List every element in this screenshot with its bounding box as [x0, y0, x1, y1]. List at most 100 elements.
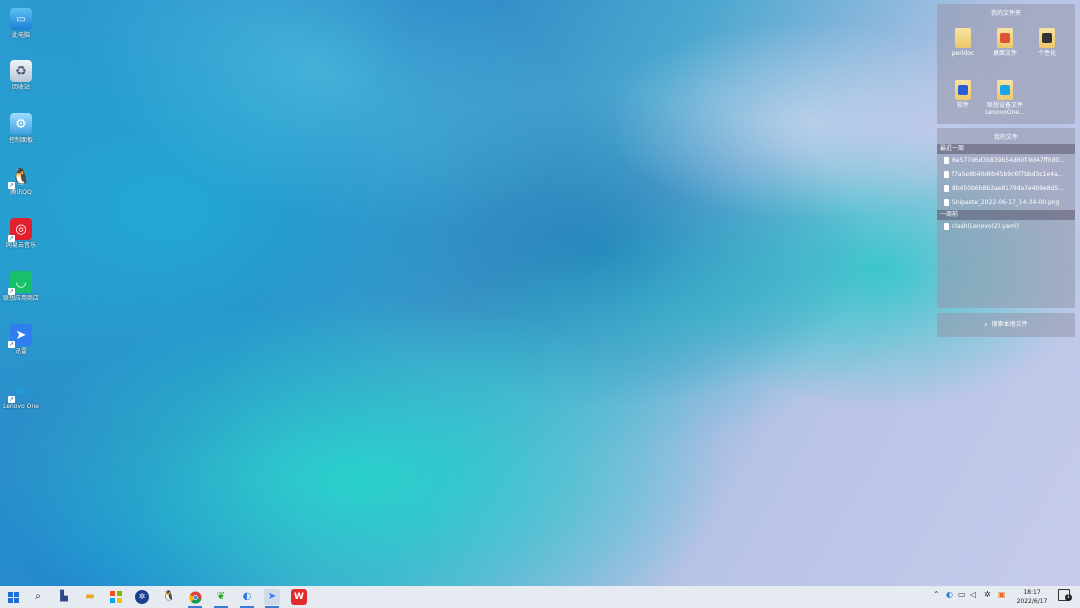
file-row[interactable]: 8b450b6b8b3ae8179da7e4b9e8d5... — [937, 182, 1075, 196]
desktop-icon-label: 控制面板 — [8, 137, 33, 144]
qq-icon: 🐧 ↗ — [8, 166, 31, 189]
desktop-icon-control-panel[interactable]: ⚙ 控制面板 — [0, 113, 42, 145]
control-panel-icon: ⚙ — [10, 113, 32, 135]
search-icon: ⌕ — [984, 321, 988, 328]
wps-icon: W — [294, 592, 304, 602]
thunder-icon: ➤ ↗ — [8, 324, 32, 348]
tray-input-method[interactable]: ✲ — [984, 590, 991, 599]
fence-title: 我的文件 — [993, 134, 1018, 141]
wallpaper-fold — [393, 99, 1007, 521]
file-row[interactable]: f7a5e8b40d6b45b9c6f7bbd3c1e4a... — [937, 168, 1075, 182]
shortcut-arrow-icon: ↗ — [8, 396, 15, 403]
taskbar: ⌕ ▙ ▬ ✲ 🐧 ❦ ◐ ➤ W ⌃ ◐ ▭ ◁ ✲ ▣ 18:17 2022… — [0, 586, 1080, 608]
clock-time: 18:17 — [1023, 589, 1041, 596]
desktop-icon-thunder[interactable]: ➤ ↗ 迅雷 — [0, 324, 42, 356]
section-header-this-week: 最近一周 — [937, 144, 1075, 154]
fence-title: 我的文件夹 — [990, 10, 1021, 17]
browser-icon: ◐ — [242, 591, 252, 602]
network-icon: ▭ — [958, 590, 966, 599]
file-name: f7a5e8b40d6b45b9c6f7bbd3c1e4a... — [952, 171, 1064, 178]
bookmark-icon: ▙ — [60, 591, 68, 602]
volume-muted-icon: ◁ — [970, 590, 977, 599]
taskbar-app-store[interactable] — [108, 589, 124, 605]
tray-overflow-button[interactable]: ⌃ — [933, 590, 940, 599]
notification-center-button[interactable]: 1 — [1058, 589, 1072, 603]
folder-icon: ▬ — [85, 591, 95, 602]
tray-app-icon[interactable]: ◐ — [946, 590, 953, 599]
qq-icon: 🐧 — [162, 591, 176, 602]
chrome-icon — [188, 591, 201, 604]
taskbar-clock[interactable]: 18:17 2022/6/17 — [1012, 588, 1052, 606]
tray-volume[interactable]: ◁ — [970, 590, 976, 599]
file-icon — [944, 185, 949, 192]
folder-item-lenovo-device-files[interactable]: 联想设备文件 LenovoOne... — [981, 80, 1029, 116]
notification-count-badge: 1 — [1065, 594, 1072, 601]
folder-label: perldoc — [951, 50, 975, 57]
folder-item-software[interactable]: 软件 — [943, 80, 983, 109]
folder-item-personalize[interactable]: 个性化 — [1027, 28, 1067, 57]
desktop-icon-label: Lenovo One — [3, 403, 39, 410]
desktop-icon-qq[interactable]: 🐧 ↗ 腾讯QQ — [0, 165, 42, 197]
desktop-icon-label: 此电脑 — [11, 32, 30, 39]
shortcut-arrow-icon: ↗ — [8, 341, 15, 348]
desktop-icon-label: 网易云音乐 — [5, 242, 36, 249]
taskbar-app-browser[interactable]: ◐ — [239, 589, 255, 605]
desktop-icon-lenovo-one[interactable]: ∞ ↗ Lenovo One — [0, 379, 42, 411]
taskbar-app-thunder[interactable]: ➤ — [264, 589, 280, 605]
fence-folders-panel[interactable]: 我的文件夹 perldoc 桌面文件 个性化 软件 联想设备文件 LenovoO… — [937, 4, 1075, 124]
taskbar-app-settings[interactable]: ✲ — [135, 590, 149, 604]
file-icon — [944, 157, 949, 164]
windows-logo-icon — [7, 591, 19, 603]
folder-icon — [955, 80, 971, 100]
taskbar-app-wps[interactable]: W — [291, 589, 307, 605]
file-name: Snipaste_2022-06-17_14-34-00.png — [952, 199, 1060, 206]
shortcut-arrow-icon: ↗ — [8, 235, 15, 242]
desktop-icon-lenovo-store[interactable]: ◡ ↗ 联想应用商店 — [0, 271, 42, 303]
file-name: clash(Lenovo(2).yaml) — [952, 223, 1020, 230]
file-row[interactable]: clash(Lenovo(2).yaml) — [937, 220, 1075, 234]
taskbar-app-pinned[interactable]: ▙ — [56, 589, 72, 605]
input-method-icon: ✲ — [984, 590, 991, 599]
netease-music-icon: ◎ ↗ — [8, 218, 32, 242]
clock-date: 2022/6/17 — [1016, 598, 1048, 605]
desktop-icon-recycle-bin[interactable]: ♻ 回收站 — [0, 60, 42, 92]
desktop-icon-this-pc[interactable]: ▭ 此电脑 — [0, 8, 42, 40]
desktop-icon-label: 回收站 — [11, 84, 30, 91]
gear-icon: ✲ — [138, 592, 146, 601]
start-button[interactable] — [5, 589, 21, 605]
search-local-files-label: 搜索本地文件 — [991, 321, 1028, 328]
desktop-wallpaper — [0, 0, 1080, 586]
tray-network[interactable]: ▭ — [958, 590, 966, 599]
folder-icon — [955, 28, 971, 48]
file-row[interactable]: 8e577d6d3b839b54d60f-9d47ff0d0... — [937, 154, 1075, 168]
folder-icon — [997, 80, 1013, 100]
folder-item-desktop-files[interactable]: 桌面文件 — [985, 28, 1025, 57]
computer-icon: ▭ — [10, 8, 32, 30]
folder-label: 桌面文件 — [992, 50, 1017, 57]
taskbar-app-file-explorer[interactable]: ▬ — [82, 589, 98, 605]
folder-item-perldoc[interactable]: perldoc — [943, 28, 983, 57]
recycle-bin-icon: ♻ — [10, 60, 32, 82]
tray-app-icon[interactable]: ▣ — [998, 590, 1006, 599]
lenovo-one-icon: ∞ ↗ — [8, 381, 28, 403]
taskbar-app-wechat[interactable]: ❦ — [213, 589, 229, 605]
folder-icon — [1039, 28, 1055, 48]
search-button[interactable]: ⌕ — [30, 589, 46, 605]
desktop-icon-label: 迅雷 — [14, 348, 27, 355]
taskbar-app-qq[interactable]: 🐧 — [161, 589, 177, 605]
desktop-icon-netease-music[interactable]: ◎ ↗ 网易云音乐 — [0, 218, 42, 250]
fence-recent-files-panel[interactable]: 我的文件 最近一周 8e577d6d3b839b54d60f-9d47ff0d0… — [937, 128, 1075, 308]
search-icon: ⌕ — [35, 591, 41, 602]
desktop-icon-label: 腾讯QQ — [10, 189, 32, 196]
file-name: 8e577d6d3b839b54d60f-9d47ff0d0... — [952, 157, 1065, 164]
file-icon — [944, 223, 949, 230]
lenovo-store-icon: ◡ ↗ — [8, 271, 32, 295]
store-icon — [110, 591, 122, 603]
search-local-files-bar[interactable]: ⌕ 搜索本地文件 — [937, 313, 1075, 337]
taskbar-app-chrome[interactable] — [187, 589, 203, 605]
file-row[interactable]: Snipaste_2022-06-17_14-34-00.png — [937, 196, 1075, 210]
section-header-older: 一周前 — [937, 210, 1075, 220]
thunder-icon: ➤ — [267, 591, 277, 602]
chevron-up-icon: ⌃ — [933, 590, 940, 599]
wechat-icon: ❦ — [216, 591, 226, 602]
